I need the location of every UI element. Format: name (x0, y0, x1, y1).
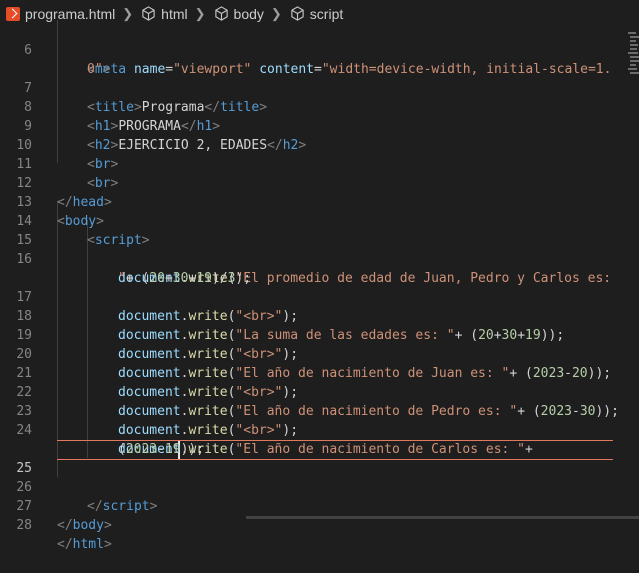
minimap-line (630, 64, 636, 66)
minimap-line (628, 32, 636, 34)
code-line[interactable]: 19 document.write("<br>"); (0, 307, 298, 362)
minimap-line (630, 40, 636, 42)
cube-icon (214, 6, 228, 21)
code-line[interactable]: 12 </head> (0, 155, 111, 210)
code-line[interactable]: 17 document.write("<br>"); (0, 269, 298, 324)
code-line[interactable]: 8 <h1>PROGRAMA</h1> (0, 79, 220, 134)
code-line[interactable]: 10 <br> (0, 117, 118, 172)
html5-file-icon (6, 6, 20, 21)
code-line-wrap[interactable]: "+ (20+30+19)/3); (0, 250, 251, 286)
code-line[interactable]: 22 document.write("El año de nacimiento … (0, 364, 619, 419)
code-line[interactable]: 15 (0, 212, 32, 248)
code-line[interactable]: 18 document.write("La suma de las edades… (0, 288, 564, 343)
code-line[interactable]: 23 document.write("<br>"); (0, 383, 298, 438)
code-line[interactable]: 21 document.write("<br>"); (0, 345, 298, 400)
minimap-line (630, 56, 639, 58)
code-line[interactable]: 20 document.write("El año de nacimiento … (0, 326, 611, 381)
cube-icon (291, 6, 304, 21)
code-line[interactable]: 16 document.write("El promedio de edad d… (0, 231, 611, 286)
code-line[interactable]: 6 <meta name="viewport" content="width=d… (0, 22, 611, 77)
minimap-line (630, 72, 639, 74)
minimap[interactable] (612, 0, 639, 519)
code-line-wrap[interactable]: 0"> (0, 41, 110, 77)
minimap-line (628, 52, 638, 54)
minimap-line (630, 36, 639, 38)
code-line-active[interactable]: 25 (0, 440, 32, 476)
code-editor[interactable]: 6 <meta name="viewport" content="width=d… (0, 20, 639, 552)
minimap-line (630, 48, 637, 50)
code-line[interactable]: 9 <h2>EJERCICIO 2, EDADES</h2> (0, 98, 306, 153)
code-line[interactable]: 28 </html> (0, 497, 111, 552)
code-line[interactable]: 14 <script> (0, 193, 149, 248)
minimap-line (630, 60, 639, 62)
indent-guide (57, 20, 58, 163)
code-line[interactable]: 24 document.write("El año de nacimiento … (0, 402, 533, 457)
code-line[interactable]: 27 </body> (0, 478, 111, 533)
indent-guide (57, 201, 58, 477)
minimap-line (628, 68, 637, 70)
code-line[interactable]: 7 <title>Programa</title> (0, 60, 267, 115)
indent-guide (87, 220, 88, 458)
code-line-wrap[interactable]: (2023-19)); (0, 421, 204, 457)
code-line[interactable]: 11 <br> (0, 136, 118, 191)
cube-icon (142, 6, 155, 21)
code-line[interactable]: 13 <body> (0, 174, 104, 229)
code-line[interactable]: 26 </script> (0, 459, 157, 514)
minimap-line (630, 44, 638, 46)
